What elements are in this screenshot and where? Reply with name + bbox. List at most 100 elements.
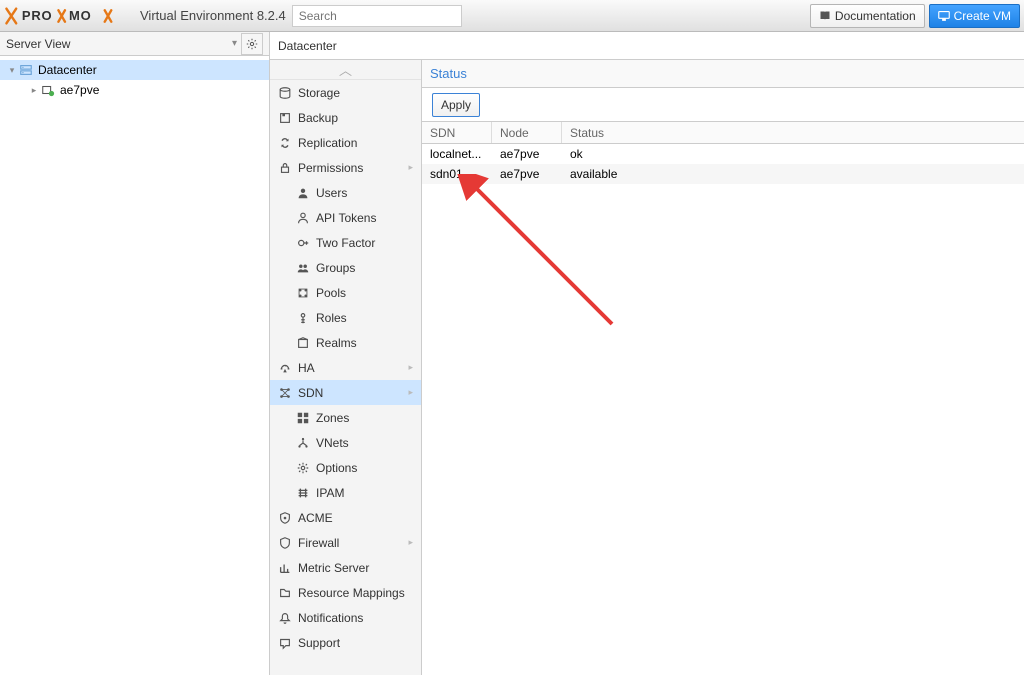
expand-icon[interactable]: ▾	[6, 65, 18, 76]
nav-item-replication[interactable]: Replication	[270, 130, 421, 155]
nav-item-label: ACME	[298, 511, 333, 525]
nav-item-ipam[interactable]: IPAM	[270, 480, 421, 505]
chevron-down-icon: ▾	[232, 38, 237, 49]
view-selector-label: Server View	[6, 37, 70, 51]
nav-item-options[interactable]: Options	[270, 455, 421, 480]
col-header-node[interactable]: Node	[492, 122, 562, 143]
table-row[interactable]: localnet...ae7pveok	[422, 144, 1024, 164]
top-bar: PRO MO Virtual Environment 8.2.4 Documen…	[0, 0, 1024, 32]
roles-icon	[296, 311, 310, 325]
nav-item-zones[interactable]: Zones	[270, 405, 421, 430]
create-vm-button[interactable]: Create VM	[929, 4, 1020, 28]
nav-item-support[interactable]: Support	[270, 630, 421, 655]
expand-icon[interactable]: ▸	[28, 85, 40, 96]
documentation-button[interactable]: Documentation	[810, 4, 925, 28]
nav-item-two-factor[interactable]: Two Factor	[270, 230, 421, 255]
product-title: Virtual Environment 8.2.4	[140, 8, 286, 23]
metric-icon	[278, 561, 292, 575]
cell-status: ok	[562, 147, 1024, 161]
twofactor-icon	[296, 236, 310, 250]
content-panel: Status Apply SDN Node Status localnet...…	[422, 60, 1024, 675]
nav-item-label: Users	[316, 186, 347, 200]
nav-item-vnets[interactable]: VNets	[270, 430, 421, 455]
nav-item-label: Two Factor	[316, 236, 375, 250]
ipam-icon	[296, 486, 310, 500]
col-header-status[interactable]: Status	[562, 122, 1024, 143]
nav-item-label: Metric Server	[298, 561, 369, 575]
gear-icon	[246, 38, 258, 50]
nav-item-firewall[interactable]: Firewall▸	[270, 530, 421, 555]
cell-node: ae7pve	[492, 167, 562, 181]
nav-item-label: Storage	[298, 86, 340, 100]
nav-item-permissions[interactable]: Permissions▸	[270, 155, 421, 180]
nav-item-realms[interactable]: Realms	[270, 330, 421, 355]
nav-item-groups[interactable]: Groups	[270, 255, 421, 280]
nav-item-backup[interactable]: Backup	[270, 105, 421, 130]
toolbar: Apply	[422, 88, 1024, 122]
user-icon	[296, 186, 310, 200]
scroll-up-button[interactable]: ︿	[270, 60, 421, 80]
cell-sdn: sdn01	[422, 167, 492, 181]
config-side-nav: ︿ Storage Backup Replication Permissions▸ Us…	[270, 60, 422, 675]
vnets-icon	[296, 436, 310, 450]
resource-tree-panel: Server View ▾ ▾ Datacenter ▸ ae7pv	[0, 32, 270, 675]
tree-settings-button[interactable]	[241, 33, 263, 55]
proxmox-logo: PRO MO	[4, 6, 134, 26]
chevron-right-icon: ▸	[408, 387, 413, 398]
ha-icon	[278, 361, 292, 375]
nav-item-label: Options	[316, 461, 357, 475]
nav-item-api-tokens[interactable]: API Tokens	[270, 205, 421, 230]
nav-item-label: HA	[298, 361, 315, 375]
nav-item-label: Resource Mappings	[298, 586, 405, 600]
token-icon	[296, 211, 310, 225]
chevron-right-icon: ▸	[408, 162, 413, 173]
nav-item-notifications[interactable]: Notifications	[270, 605, 421, 630]
tree-node-host[interactable]: ▸ ae7pve	[0, 80, 269, 100]
tree-node-datacenter[interactable]: ▾ Datacenter	[0, 60, 269, 80]
nav-item-label: SDN	[298, 386, 323, 400]
nav-item-metric-server[interactable]: Metric Server	[270, 555, 421, 580]
proxmox-logo-icon: PRO MO	[4, 6, 134, 26]
view-selector[interactable]: Server View ▾	[0, 32, 269, 56]
resource-tree: ▾ Datacenter ▸ ae7pve	[0, 56, 269, 675]
pools-icon	[296, 286, 310, 300]
storage-icon	[278, 86, 292, 100]
nav-item-label: Zones	[316, 411, 349, 425]
nav-item-label: Support	[298, 636, 340, 650]
nav-item-pools[interactable]: Pools	[270, 280, 421, 305]
nav-item-label: API Tokens	[316, 211, 376, 225]
nav-item-label: Backup	[298, 111, 338, 125]
annotation-arrow	[442, 174, 662, 354]
search-input[interactable]	[292, 5, 462, 27]
permissions-icon	[278, 161, 292, 175]
nav-item-storage[interactable]: Storage	[270, 80, 421, 105]
node-icon	[40, 82, 56, 98]
support-icon	[278, 636, 292, 650]
zones-icon	[296, 411, 310, 425]
apply-button[interactable]: Apply	[432, 93, 480, 117]
chevron-right-icon: ▸	[408, 362, 413, 373]
cell-sdn: localnet...	[422, 147, 492, 161]
table-row[interactable]: sdn01ae7pveavailable	[422, 164, 1024, 184]
nav-item-roles[interactable]: Roles	[270, 305, 421, 330]
sdn-icon	[278, 386, 292, 400]
nav-item-users[interactable]: Users	[270, 180, 421, 205]
nav-item-label: Replication	[298, 136, 357, 150]
cell-node: ae7pve	[492, 147, 562, 161]
col-header-sdn[interactable]: SDN	[422, 122, 492, 143]
firewall-icon	[278, 536, 292, 550]
groups-icon	[296, 261, 310, 275]
backup-icon	[278, 111, 292, 125]
breadcrumb: Datacenter	[270, 32, 1024, 60]
nav-item-acme[interactable]: ACME	[270, 505, 421, 530]
nav-item-ha[interactable]: HA ▸	[270, 355, 421, 380]
table-header: SDN Node Status	[422, 122, 1024, 144]
tree-node-label: ae7pve	[60, 83, 99, 97]
acme-icon	[278, 511, 292, 525]
section-title: Status	[430, 66, 467, 81]
nav-item-sdn[interactable]: SDN ▸	[270, 380, 421, 405]
create-vm-label: Create VM	[954, 9, 1011, 23]
nav-item-resource-mappings[interactable]: Resource Mappings	[270, 580, 421, 605]
nav-item-label: Roles	[316, 311, 347, 325]
svg-text:PRO: PRO	[22, 8, 53, 23]
